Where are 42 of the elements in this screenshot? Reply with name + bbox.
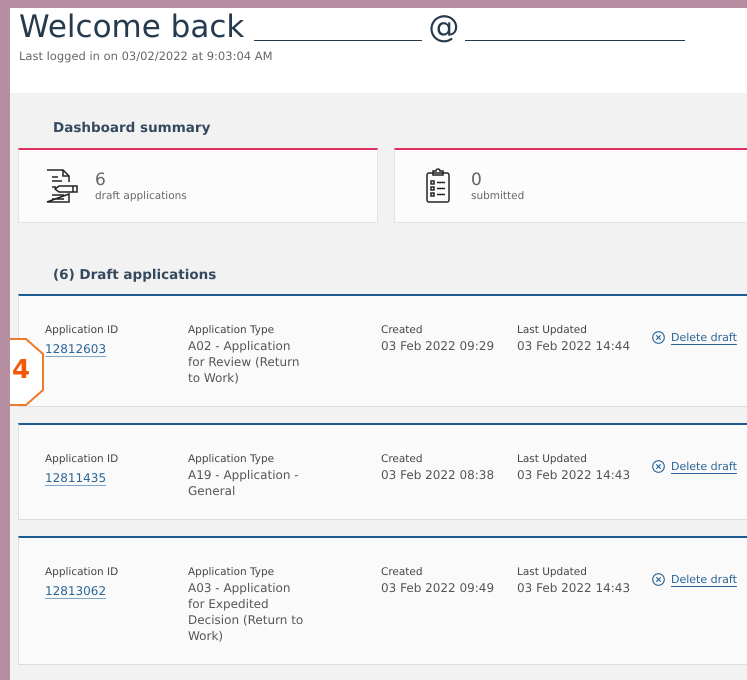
delete-draft-link[interactable]: Delete draft (671, 331, 737, 344)
created-date: 03 Feb 2022 08:38 (381, 467, 496, 483)
count: 6 (95, 170, 107, 190)
updated-date: 03 Feb 2022 14:44 (517, 338, 632, 354)
application-type: A03 - Application for Expedited Decision (Return to Work) (188, 580, 304, 644)
field-label: Application ID (45, 452, 120, 467)
step-callout: 4 (10, 338, 44, 406)
field-label: Application Type (188, 565, 276, 580)
field-label: Application ID (45, 565, 120, 580)
field-label: Created (381, 565, 424, 580)
document-pen-icon (44, 168, 80, 204)
delete-draft-link[interactable]: Delete draft (671, 573, 737, 586)
count-label: draft applications (95, 190, 187, 202)
field-label: Created (381, 323, 424, 338)
section-heading: (6) Draft applications (52, 266, 218, 285)
field-label: Last Updated (517, 565, 588, 580)
delete-draft-link[interactable]: Delete draft (671, 460, 737, 473)
created-date: 03 Feb 2022 09:29 (381, 338, 496, 354)
application-type: A19 - Application - General (188, 467, 300, 499)
updated-date: 03 Feb 2022 14:43 (517, 467, 632, 483)
updated-date: 03 Feb 2022 14:43 (517, 580, 632, 596)
field-label: Last Updated (517, 452, 588, 467)
count-label: submitted (471, 190, 524, 202)
field-label: Application ID (45, 323, 120, 338)
created-date: 03 Feb 2022 09:49 (381, 580, 496, 596)
close-circle-icon[interactable] (652, 460, 665, 473)
field-label: Application Type (188, 452, 276, 467)
close-circle-icon[interactable] (652, 573, 665, 586)
section-heading: Dashboard summary (52, 119, 212, 138)
application-id-link[interactable]: 12812603 (45, 342, 106, 356)
field-label: Created (381, 452, 424, 467)
at-sign: @ (428, 8, 460, 46)
field-label: Application Type (188, 323, 276, 338)
application-type: A02 - Application for Review (Return to Work) (188, 338, 300, 386)
count: 0 (471, 170, 483, 190)
application-id-link[interactable]: 12811435 (45, 471, 106, 485)
clipboard-list-icon (425, 168, 451, 204)
application-id-link[interactable]: 12813062 (45, 584, 106, 598)
close-circle-icon[interactable] (652, 331, 665, 344)
last-login-text: Last logged in on 03/02/2022 at 9:03:04 AM (19, 49, 274, 63)
field-label: Last Updated (517, 323, 588, 338)
welcome-heading: Welcome back (19, 8, 244, 46)
